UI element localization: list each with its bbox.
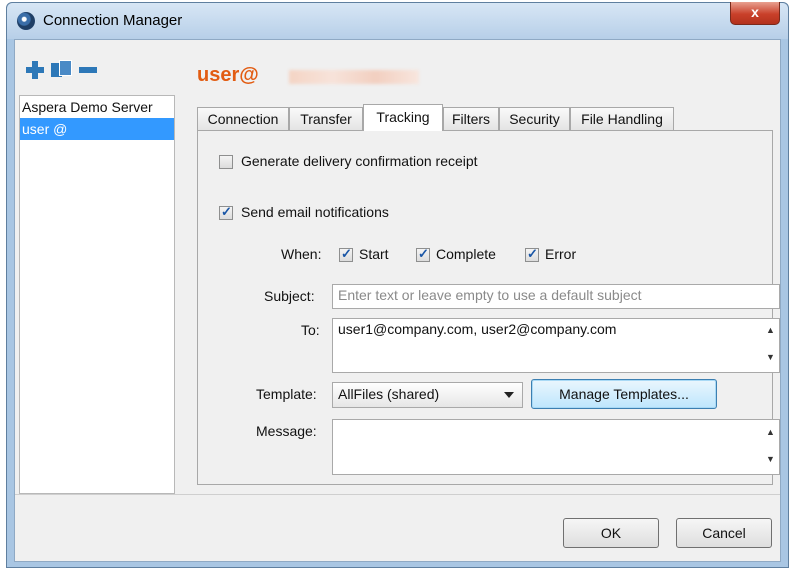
title-bar[interactable]: Connection Manager x xyxy=(7,2,788,39)
delivery-receipt-checkbox[interactable] xyxy=(219,155,233,169)
to-scrollbar[interactable]: ▲ ▼ xyxy=(762,319,779,372)
server-list[interactable]: Aspera Demo Server user @ xyxy=(19,95,175,494)
delivery-receipt-label: Generate delivery confirmation receipt xyxy=(241,153,478,169)
when-label: When: xyxy=(281,246,322,262)
message-field[interactable]: ▲ ▼ xyxy=(332,419,780,475)
dialog-body: Aspera Demo Server user @ user@ Connecti… xyxy=(14,39,781,562)
footer-divider xyxy=(15,494,780,495)
ok-button[interactable]: OK xyxy=(563,518,659,548)
tab-filters[interactable]: Filters xyxy=(443,107,499,130)
tab-security[interactable]: Security xyxy=(499,107,570,130)
plus-icon[interactable] xyxy=(25,60,45,80)
subject-label: Subject: xyxy=(264,288,315,304)
tab-file-handling[interactable]: File Handling xyxy=(570,107,674,130)
message-scrollbar[interactable]: ▲ ▼ xyxy=(762,420,779,474)
tab-transfer[interactable]: Transfer xyxy=(289,107,363,130)
when-error-label: Error xyxy=(545,246,577,262)
template-select[interactable]: AllFiles (shared) xyxy=(332,382,523,408)
email-notifications-label: Send email notifications xyxy=(241,204,389,220)
to-value: user1@company.com, user2@company.com xyxy=(338,321,617,337)
template-label: Template: xyxy=(256,386,317,402)
connection-title: user@ xyxy=(197,64,259,86)
server-item-user[interactable]: user @ xyxy=(20,118,174,140)
chevron-down-icon xyxy=(504,392,514,398)
when-complete-checkbox[interactable] xyxy=(416,246,430,262)
scroll-down-icon[interactable]: ▼ xyxy=(765,454,776,464)
server-item-aspera-demo[interactable]: Aspera Demo Server xyxy=(20,96,174,118)
connection-manager-window: Connection Manager x Aspera Demo Server … xyxy=(6,2,789,568)
tab-connection[interactable]: Connection xyxy=(197,107,289,130)
server-panel: Aspera Demo Server user @ xyxy=(15,40,175,494)
app-icon xyxy=(17,12,35,30)
window-title: Connection Manager xyxy=(43,12,183,29)
when-complete-label: Complete xyxy=(436,246,496,262)
when-error-checkbox[interactable] xyxy=(525,246,539,262)
connection-details: user@ Connection Transfer Tracking Filte… xyxy=(179,40,782,494)
email-notifications-checkbox[interactable] xyxy=(219,204,233,220)
manage-templates-button[interactable]: Manage Templates... xyxy=(531,379,717,409)
tracking-panel: Generate delivery confirmation receipt S… xyxy=(197,130,780,485)
when-start-label: Start xyxy=(359,246,389,262)
to-label: To: xyxy=(301,322,320,338)
scroll-up-icon[interactable]: ▲ xyxy=(765,427,776,437)
redacted-host xyxy=(289,70,419,84)
to-recipients-field[interactable]: user1@company.com, user2@company.com ▲ ▼ xyxy=(332,318,780,373)
message-label: Message: xyxy=(256,423,317,439)
cancel-button[interactable]: Cancel xyxy=(676,518,772,548)
duplicate-icon[interactable] xyxy=(51,60,72,80)
tab-tracking[interactable]: Tracking xyxy=(363,104,443,131)
subject-input[interactable]: Enter text or leave empty to use a defau… xyxy=(332,284,780,309)
scroll-down-icon[interactable]: ▼ xyxy=(765,352,776,362)
close-button[interactable]: x xyxy=(730,2,780,25)
template-value: AllFiles (shared) xyxy=(338,386,440,402)
minus-icon[interactable] xyxy=(79,60,97,80)
when-start-checkbox[interactable] xyxy=(339,246,353,262)
subject-placeholder: Enter text or leave empty to use a defau… xyxy=(338,287,642,303)
scroll-up-icon[interactable]: ▲ xyxy=(765,325,776,335)
